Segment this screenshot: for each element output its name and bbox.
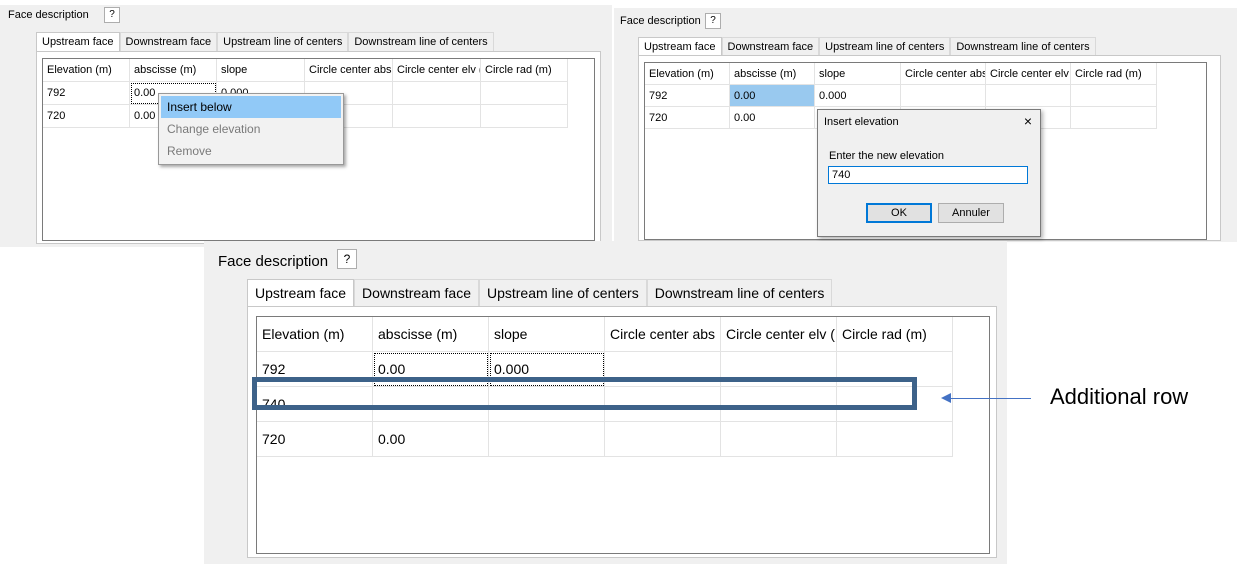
additional-row-highlight (252, 377, 917, 410)
tab-upstream-face[interactable]: Upstream face (638, 37, 722, 56)
cell-circle-rad[interactable] (481, 105, 568, 128)
cell-circle-center-elv[interactable] (986, 85, 1071, 107)
menu-item-insert-below[interactable]: Insert below (161, 96, 341, 118)
cell-slope[interactable]: 0.000 (815, 85, 901, 107)
insert-elevation-dialog: Insert elevation × Enter the new elevati… (817, 109, 1041, 237)
panel-title: Face description (620, 15, 701, 27)
tab-upstream-line-of-centers[interactable]: Upstream line of centers (478, 279, 647, 307)
cell-abscisse[interactable]: 0.00 (730, 107, 815, 129)
column-header-elevation[interactable]: Elevation (m) (43, 59, 130, 82)
face-table: Elevation (m) abscisse (m) slope Circle … (256, 316, 990, 554)
arrow-left-icon (941, 393, 951, 403)
cell-elevation[interactable]: 720 (43, 105, 130, 128)
column-header-circle-rad[interactable]: Circle rad (m) (837, 317, 953, 352)
tab-downstream-line-of-centers[interactable]: Downstream line of centers (348, 32, 494, 52)
cell-circle-center-elv[interactable] (393, 82, 481, 105)
tab-downstream-face[interactable]: Downstream face (119, 32, 218, 52)
cell-circle-center-abs[interactable] (605, 422, 721, 457)
cell-circle-center-abs[interactable] (901, 85, 986, 107)
table-header-row: Elevation (m) abscisse (m) slope Circle … (43, 59, 594, 82)
menu-item-change-elevation: Change elevation (167, 122, 261, 136)
table-row: 792 0.00 0.000 (645, 85, 1206, 107)
cell-elevation[interactable]: 792 (43, 82, 130, 105)
table-header-row: Elevation (m) abscisse (m) slope Circle … (645, 63, 1206, 85)
column-header-circle-rad[interactable]: Circle rad (m) (481, 59, 568, 82)
cell-elevation[interactable]: 792 (645, 85, 730, 107)
tab-downstream-line-of-centers[interactable]: Downstream line of centers (950, 37, 1096, 56)
menu-item-remove: Remove (167, 144, 212, 158)
panel-title: Face description (8, 9, 89, 21)
cell-circle-rad[interactable] (837, 422, 953, 457)
face-tabs: Upstream face Downstream face Upstream l… (638, 37, 1096, 56)
cell-elevation[interactable]: 720 (257, 422, 373, 457)
column-header-circle-center-abs[interactable]: Circle center abs (305, 59, 393, 82)
column-header-circle-center-elv[interactable]: Circle center elv ( (721, 317, 837, 352)
annotation-arrow-line (948, 398, 1031, 399)
face-tabs: Upstream face Downstream face Upstream l… (36, 32, 494, 52)
column-header-elevation[interactable]: Elevation (m) (645, 63, 730, 85)
elevation-input[interactable] (828, 166, 1028, 184)
cell-circle-rad[interactable] (481, 82, 568, 105)
cell-elevation[interactable]: 720 (645, 107, 730, 129)
cell-abscisse-selected[interactable]: 0.00 (730, 85, 815, 107)
help-button[interactable]: ? (104, 7, 120, 23)
tab-upstream-face[interactable]: Upstream face (36, 32, 120, 52)
cell-slope[interactable] (489, 422, 605, 457)
help-button[interactable]: ? (337, 249, 357, 269)
column-header-abscisse[interactable]: abscisse (m) (373, 317, 489, 352)
context-menu: Insert below Change elevation Remove (158, 93, 344, 165)
cell-circle-center-elv[interactable] (393, 105, 481, 128)
column-header-circle-center-elv[interactable]: Circle center elv ( (393, 59, 481, 82)
cell-circle-rad[interactable] (1071, 85, 1157, 107)
annotation-label: Additional row (1050, 384, 1189, 409)
column-header-slope[interactable]: slope (815, 63, 901, 85)
tab-content: Elevation (m) abscisse (m) slope Circle … (247, 306, 997, 558)
cell-abscisse[interactable]: 0.00 (373, 422, 489, 457)
tab-upstream-face[interactable]: Upstream face (247, 279, 355, 307)
column-header-circle-center-elv[interactable]: Circle center elv ( (986, 63, 1071, 85)
tab-downstream-line-of-centers[interactable]: Downstream line of centers (646, 279, 833, 307)
column-header-circle-center-abs[interactable]: Circle center abs (605, 317, 721, 352)
table-row: 720 0.00 (257, 422, 989, 457)
help-button[interactable]: ? (705, 13, 721, 29)
column-header-slope[interactable]: slope (217, 59, 305, 82)
column-header-abscisse[interactable]: abscisse (m) (730, 63, 815, 85)
column-header-abscisse[interactable]: abscisse (m) (130, 59, 217, 82)
face-tabs: Upstream face Downstream face Upstream l… (247, 279, 833, 307)
column-header-circle-rad[interactable]: Circle rad (m) (1071, 63, 1157, 85)
ok-button[interactable]: OK (866, 203, 932, 223)
tab-downstream-face[interactable]: Downstream face (721, 37, 820, 56)
tab-downstream-face[interactable]: Downstream face (354, 279, 479, 307)
cell-circle-rad[interactable] (1071, 107, 1157, 129)
cancel-button[interactable]: Annuler (938, 203, 1004, 223)
close-icon[interactable]: × (1024, 113, 1032, 129)
column-header-circle-center-abs[interactable]: Circle center abs (901, 63, 986, 85)
dialog-title: Insert elevation (824, 116, 899, 128)
dialog-prompt: Enter the new elevation (829, 150, 944, 162)
column-header-slope[interactable]: slope (489, 317, 605, 352)
panel-title: Face description (218, 253, 329, 270)
tab-upstream-line-of-centers[interactable]: Upstream line of centers (217, 32, 349, 52)
tab-upstream-line-of-centers[interactable]: Upstream line of centers (819, 37, 951, 56)
table-header-row: Elevation (m) abscisse (m) slope Circle … (257, 317, 989, 352)
cell-circle-center-elv[interactable] (721, 422, 837, 457)
column-header-elevation[interactable]: Elevation (m) (257, 317, 373, 352)
